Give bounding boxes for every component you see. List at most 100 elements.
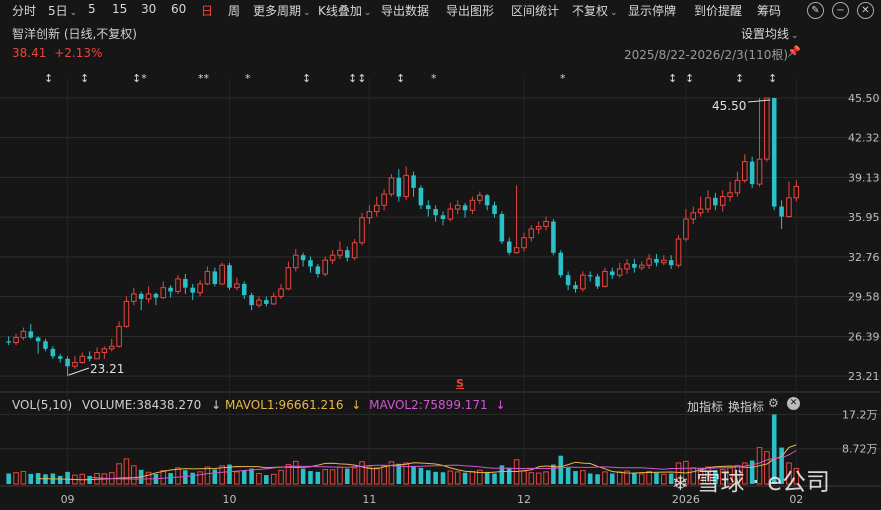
watermark: ❄ 雪球 · e公司 [672,462,830,497]
candle-body [683,218,689,240]
candle-body [160,287,167,299]
event-marker[interactable]: ↕ [668,72,677,85]
event-marker[interactable]: ↕ [735,72,744,85]
price-tick-label: 26.39 [848,330,880,343]
toolbar-item[interactable]: 区间统计 [511,2,559,19]
add-indicator-button[interactable]: 加指标 [687,398,723,415]
volume-bar [447,470,454,485]
settings-gear-icon[interactable]: ⚙ [768,396,779,410]
volume-bar [308,471,313,484]
toolbar-item-label: 更多周期 [253,4,302,18]
price-tick-label: 23.21 [848,370,880,383]
candle-body [573,285,578,289]
close-icon[interactable]: ✕ [857,2,874,19]
candle-body [595,276,600,287]
down-arrow-icon: ↓ [351,398,362,412]
volume-bar [241,470,247,484]
ma-setting-button[interactable]: 设置均线 ⌄ [741,25,799,42]
toolbar-item[interactable]: 导出图形 [446,2,494,19]
candle-body [315,266,321,274]
volume-bar [204,466,211,485]
candle-body [624,263,630,270]
candle-body [675,238,682,266]
candle-body [308,260,313,267]
event-marker[interactable]: ↕* [132,72,147,85]
event-marker[interactable]: ↕↕ [348,72,366,85]
candle-body [270,295,277,305]
event-marker[interactable]: ↕ [80,72,89,85]
candle-body [212,271,218,284]
close-volume-icon[interactable]: ✕ [787,397,800,410]
event-marker[interactable]: ↕ [302,72,311,85]
high-price-label: 45.50 [712,99,747,113]
price-tick-label: 39.13 [848,171,880,184]
event-marker[interactable]: * [431,72,437,85]
toolbar-item[interactable]: 导出数据 [381,2,429,19]
event-marker[interactable]: ↕ [396,72,405,85]
volume-value: VOLUME:38438.270 [82,398,202,412]
toolbar-item[interactable]: 不复权 ⌄ [572,2,618,19]
toolbar-item[interactable]: 日 [201,2,213,19]
candle-body [425,205,431,210]
date-tick-label: 11 [362,493,376,506]
toolbar-item[interactable]: 周 [228,2,240,19]
candle-body [13,337,19,344]
candle-body [175,278,181,292]
event-marker[interactable]: * [560,72,566,85]
volume-bar [315,471,321,484]
candle-body [65,358,70,367]
candle-body [359,217,365,244]
volume-bar [587,473,593,484]
stock-title: 智洋创新 (日线,不复权) [12,27,137,41]
toolbar-item[interactable]: 到价提醒 [694,2,742,19]
volume-bar [462,472,468,484]
candle-body [28,331,34,338]
event-marker[interactable]: * [245,72,251,85]
candle-body [411,175,416,188]
volume-bar [35,473,41,484]
switch-indicator-button[interactable]: 换指标 [728,398,764,415]
candle-body [779,206,784,217]
candle-body [418,187,424,206]
candle-body [587,275,593,277]
candle-body [153,293,159,298]
candle-body [462,205,468,211]
toolbar-item-label: 分时 [12,4,37,18]
price-change: +2.13% [54,46,103,60]
toolbar-item[interactable]: 筹码 [757,2,781,19]
event-marker[interactable]: ↕ [685,72,694,85]
toolbar-item[interactable]: K线叠加 ⌄ [318,2,371,19]
toolbar-item[interactable]: 更多周期 ⌄ [253,2,311,19]
toolbar-item[interactable]: 30 [141,2,156,16]
price-info: 38.41 +2.13% [12,46,102,60]
event-marker[interactable]: ** [198,72,209,85]
candle-body [256,299,262,306]
candle-body [638,264,645,269]
minus-icon[interactable]: − [832,2,849,19]
candle-body [337,249,343,256]
event-marker[interactable]: ↕ [44,72,53,85]
event-marker[interactable]: ↕ [768,72,777,85]
toolbar-item[interactable]: 15 [112,2,127,16]
price-tick-label: 42.32 [848,132,880,145]
edit-icon[interactable]: ✎ [807,2,824,19]
vol-label: VOL(5,10) [12,398,73,412]
toolbar-item[interactable]: 显示停牌 [628,2,676,19]
toolbar-item[interactable]: 5日 ⌄ [48,2,77,19]
candle-body [351,242,358,259]
toolbar-item[interactable]: 分时 [12,2,36,19]
candle-body [227,265,232,288]
volume-bar [270,473,277,485]
volume-bar [79,473,86,485]
volume-bar [50,473,56,484]
pin-icon[interactable]: 📌 [787,45,801,58]
toolbar-item[interactable]: 60 [171,2,186,16]
candle-body [322,259,328,275]
toolbar-item[interactable]: 5 [88,2,96,16]
s-marker: S [456,377,464,390]
candle-body [742,161,748,181]
chevron-down-icon: ⌄ [791,31,799,41]
candle-body [528,228,535,239]
candle-body [403,174,409,198]
volume-bar [595,474,600,484]
